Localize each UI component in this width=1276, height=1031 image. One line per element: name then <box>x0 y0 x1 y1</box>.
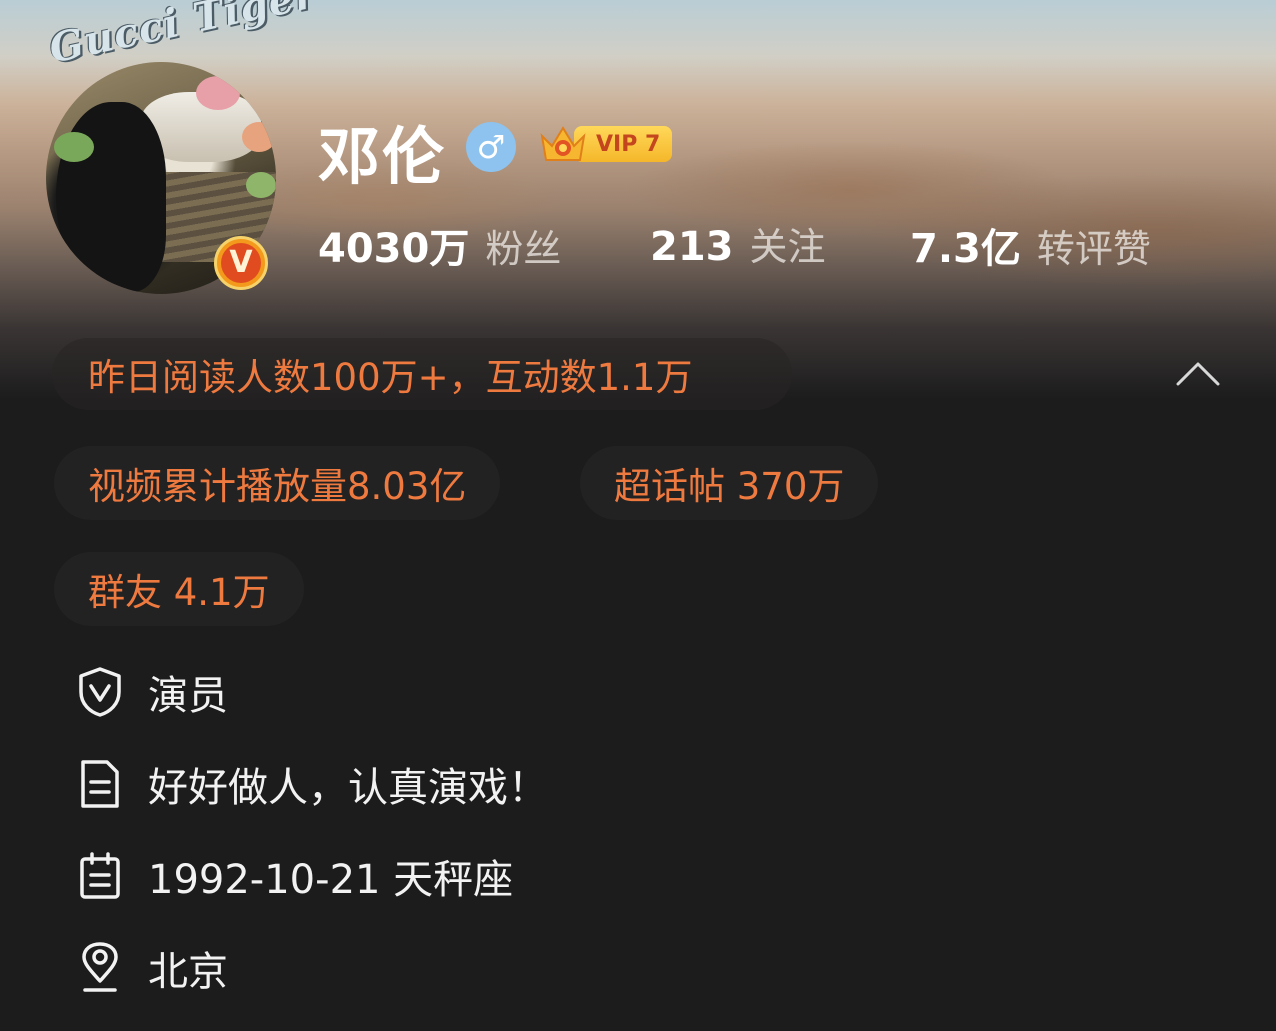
info-text: 演员 <box>148 673 228 719</box>
tag-video-plays[interactable]: 视频累计播放量8.03亿 <box>54 446 501 520</box>
avatar-leaf <box>54 132 94 162</box>
daily-reads-summary[interactable]: 昨日阅读人数100万+，互动数1.1万 <box>52 338 792 410</box>
vip-badge[interactable]: VIP 7 <box>538 120 673 168</box>
profile-name: 邓伦 <box>318 120 447 193</box>
info-text: 北京 <box>148 949 228 995</box>
location-pin-icon <box>76 942 124 994</box>
info-bio: 好好做人，认真演戏！ <box>76 754 548 814</box>
stat-label: 粉丝 <box>485 227 562 271</box>
tag-group-friends[interactable]: 群友 4.1万 <box>54 552 304 626</box>
tag-super-topic-posts[interactable]: 超话帖 370万 <box>580 446 879 520</box>
document-icon <box>76 758 124 810</box>
avatar-leaf <box>196 76 240 110</box>
stat-followers[interactable]: 4030万 粉丝 <box>318 216 561 274</box>
male-icon: ♂ <box>466 122 516 172</box>
stat-value: 4030万 <box>318 226 470 272</box>
info-text: 1992-10-21 天秤座 <box>148 857 514 903</box>
avatar-leaf <box>242 122 276 152</box>
info-occupation: 演员 <box>76 662 228 722</box>
profile-stats: 4030万 粉丝 213 关注 7.3亿 转评赞 <box>0 216 1276 276</box>
info-location: 北京 <box>76 938 228 998</box>
stat-value: 7.3亿 <box>910 226 1021 272</box>
info-birthday: 1992-10-21 天秤座 <box>76 846 513 906</box>
stat-label: 转评赞 <box>1036 227 1151 271</box>
chevron-up-icon[interactable] <box>1172 356 1224 392</box>
stat-interactions[interactable]: 7.3亿 转评赞 <box>910 216 1151 274</box>
stat-value: 213 <box>650 224 734 270</box>
vip-level-label: VIP 7 <box>574 126 673 162</box>
avatar-leaf <box>246 172 276 198</box>
stat-label: 关注 <box>749 225 826 269</box>
info-text: 好好做人，认真演戏！ <box>148 765 548 811</box>
calendar-icon <box>76 850 124 902</box>
stat-following[interactable]: 213 关注 <box>650 216 826 271</box>
crown-icon <box>540 126 586 161</box>
shield-v-icon <box>76 666 124 718</box>
